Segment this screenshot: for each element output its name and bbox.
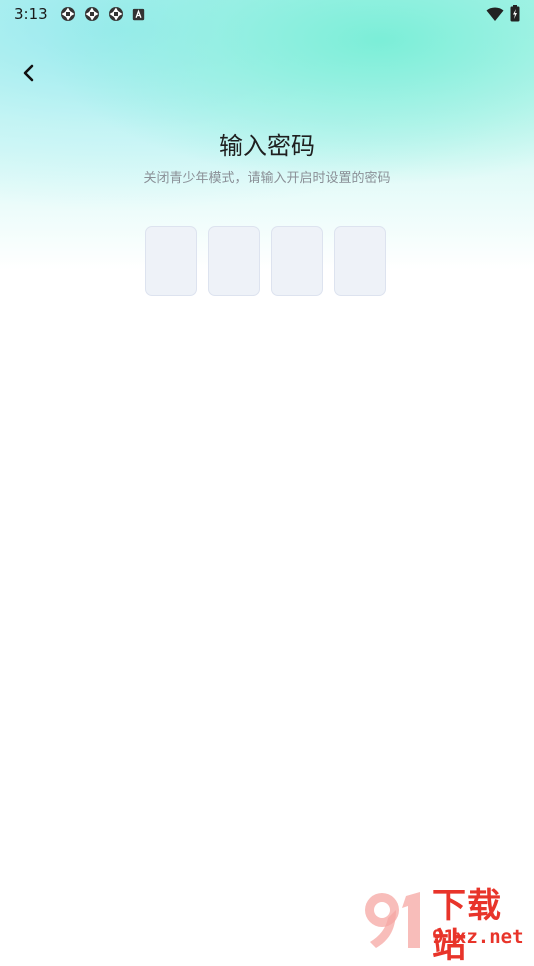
- font-a-icon: [132, 8, 144, 20]
- password-digit-box[interactable]: [271, 226, 323, 296]
- shutter-icon: [60, 7, 75, 21]
- notification-icons: [60, 6, 145, 22]
- watermark-domain: 91xz.net: [432, 926, 524, 948]
- watermark: 下载站 91xz.net: [362, 886, 534, 966]
- back-button[interactable]: [14, 58, 44, 88]
- shutter-icon: [108, 7, 123, 21]
- page-title: 输入密码: [219, 132, 315, 160]
- status-bar: 3:13: [0, 0, 534, 28]
- chevron-left-icon: [23, 64, 34, 82]
- status-time: 3:13: [14, 5, 48, 23]
- battery-charging-icon: [510, 5, 520, 22]
- password-digit-box[interactable]: [334, 226, 386, 296]
- wifi-icon: [486, 7, 504, 21]
- watermark-logo-icon: [365, 892, 420, 948]
- password-input-group[interactable]: [145, 226, 386, 296]
- password-digit-box[interactable]: [208, 226, 260, 296]
- password-digit-box[interactable]: [145, 226, 197, 296]
- system-icons: [486, 5, 520, 22]
- shutter-icon: [84, 7, 99, 21]
- page-subtitle: 关闭青少年模式，请输入开启时设置的密码: [143, 171, 391, 186]
